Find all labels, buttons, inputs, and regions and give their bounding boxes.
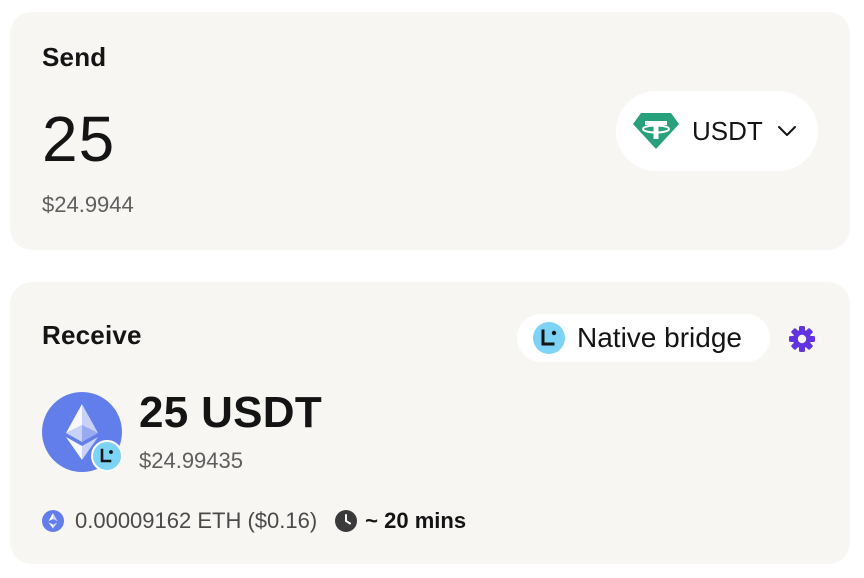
settings-button[interactable]	[788, 325, 816, 353]
token-selector-button[interactable]: USDT	[616, 91, 818, 171]
receive-fiat-value: $24.99435	[139, 448, 243, 473]
gear-icon	[789, 326, 815, 352]
clock-icon	[335, 510, 358, 532]
gas-fee-text: 0.00009162 ETH ($0.16)	[75, 508, 318, 533]
token-selector-label: USDT	[692, 115, 763, 146]
send-title: Send	[42, 42, 107, 72]
receive-amount: 25 USDT	[139, 388, 323, 437]
bridge-label: Native bridge	[577, 322, 742, 353]
ethereum-fee-icon	[42, 510, 64, 532]
eta-text: ~ 20 mins	[365, 508, 467, 533]
receive-title: Receive	[42, 320, 142, 350]
chevron-down-icon	[777, 126, 796, 136]
fee-eta-row: 0.00009162 ETH ($0.16) ~ 20 mins	[42, 506, 466, 536]
bridge-logo-icon	[533, 322, 565, 354]
bridge-selector-button[interactable]: Native bridge	[517, 314, 770, 362]
send-fiat-value: $24.9944	[42, 192, 134, 217]
receive-asset-avatar	[42, 392, 126, 476]
tether-icon	[633, 113, 679, 149]
send-card: Send 25 $24.9944 USDT	[10, 12, 850, 250]
chain-badge-icon	[91, 440, 123, 472]
receive-card: Receive Native bridge 25 USDT $24.99435 …	[10, 282, 850, 564]
send-amount-input[interactable]: 25	[42, 102, 115, 176]
